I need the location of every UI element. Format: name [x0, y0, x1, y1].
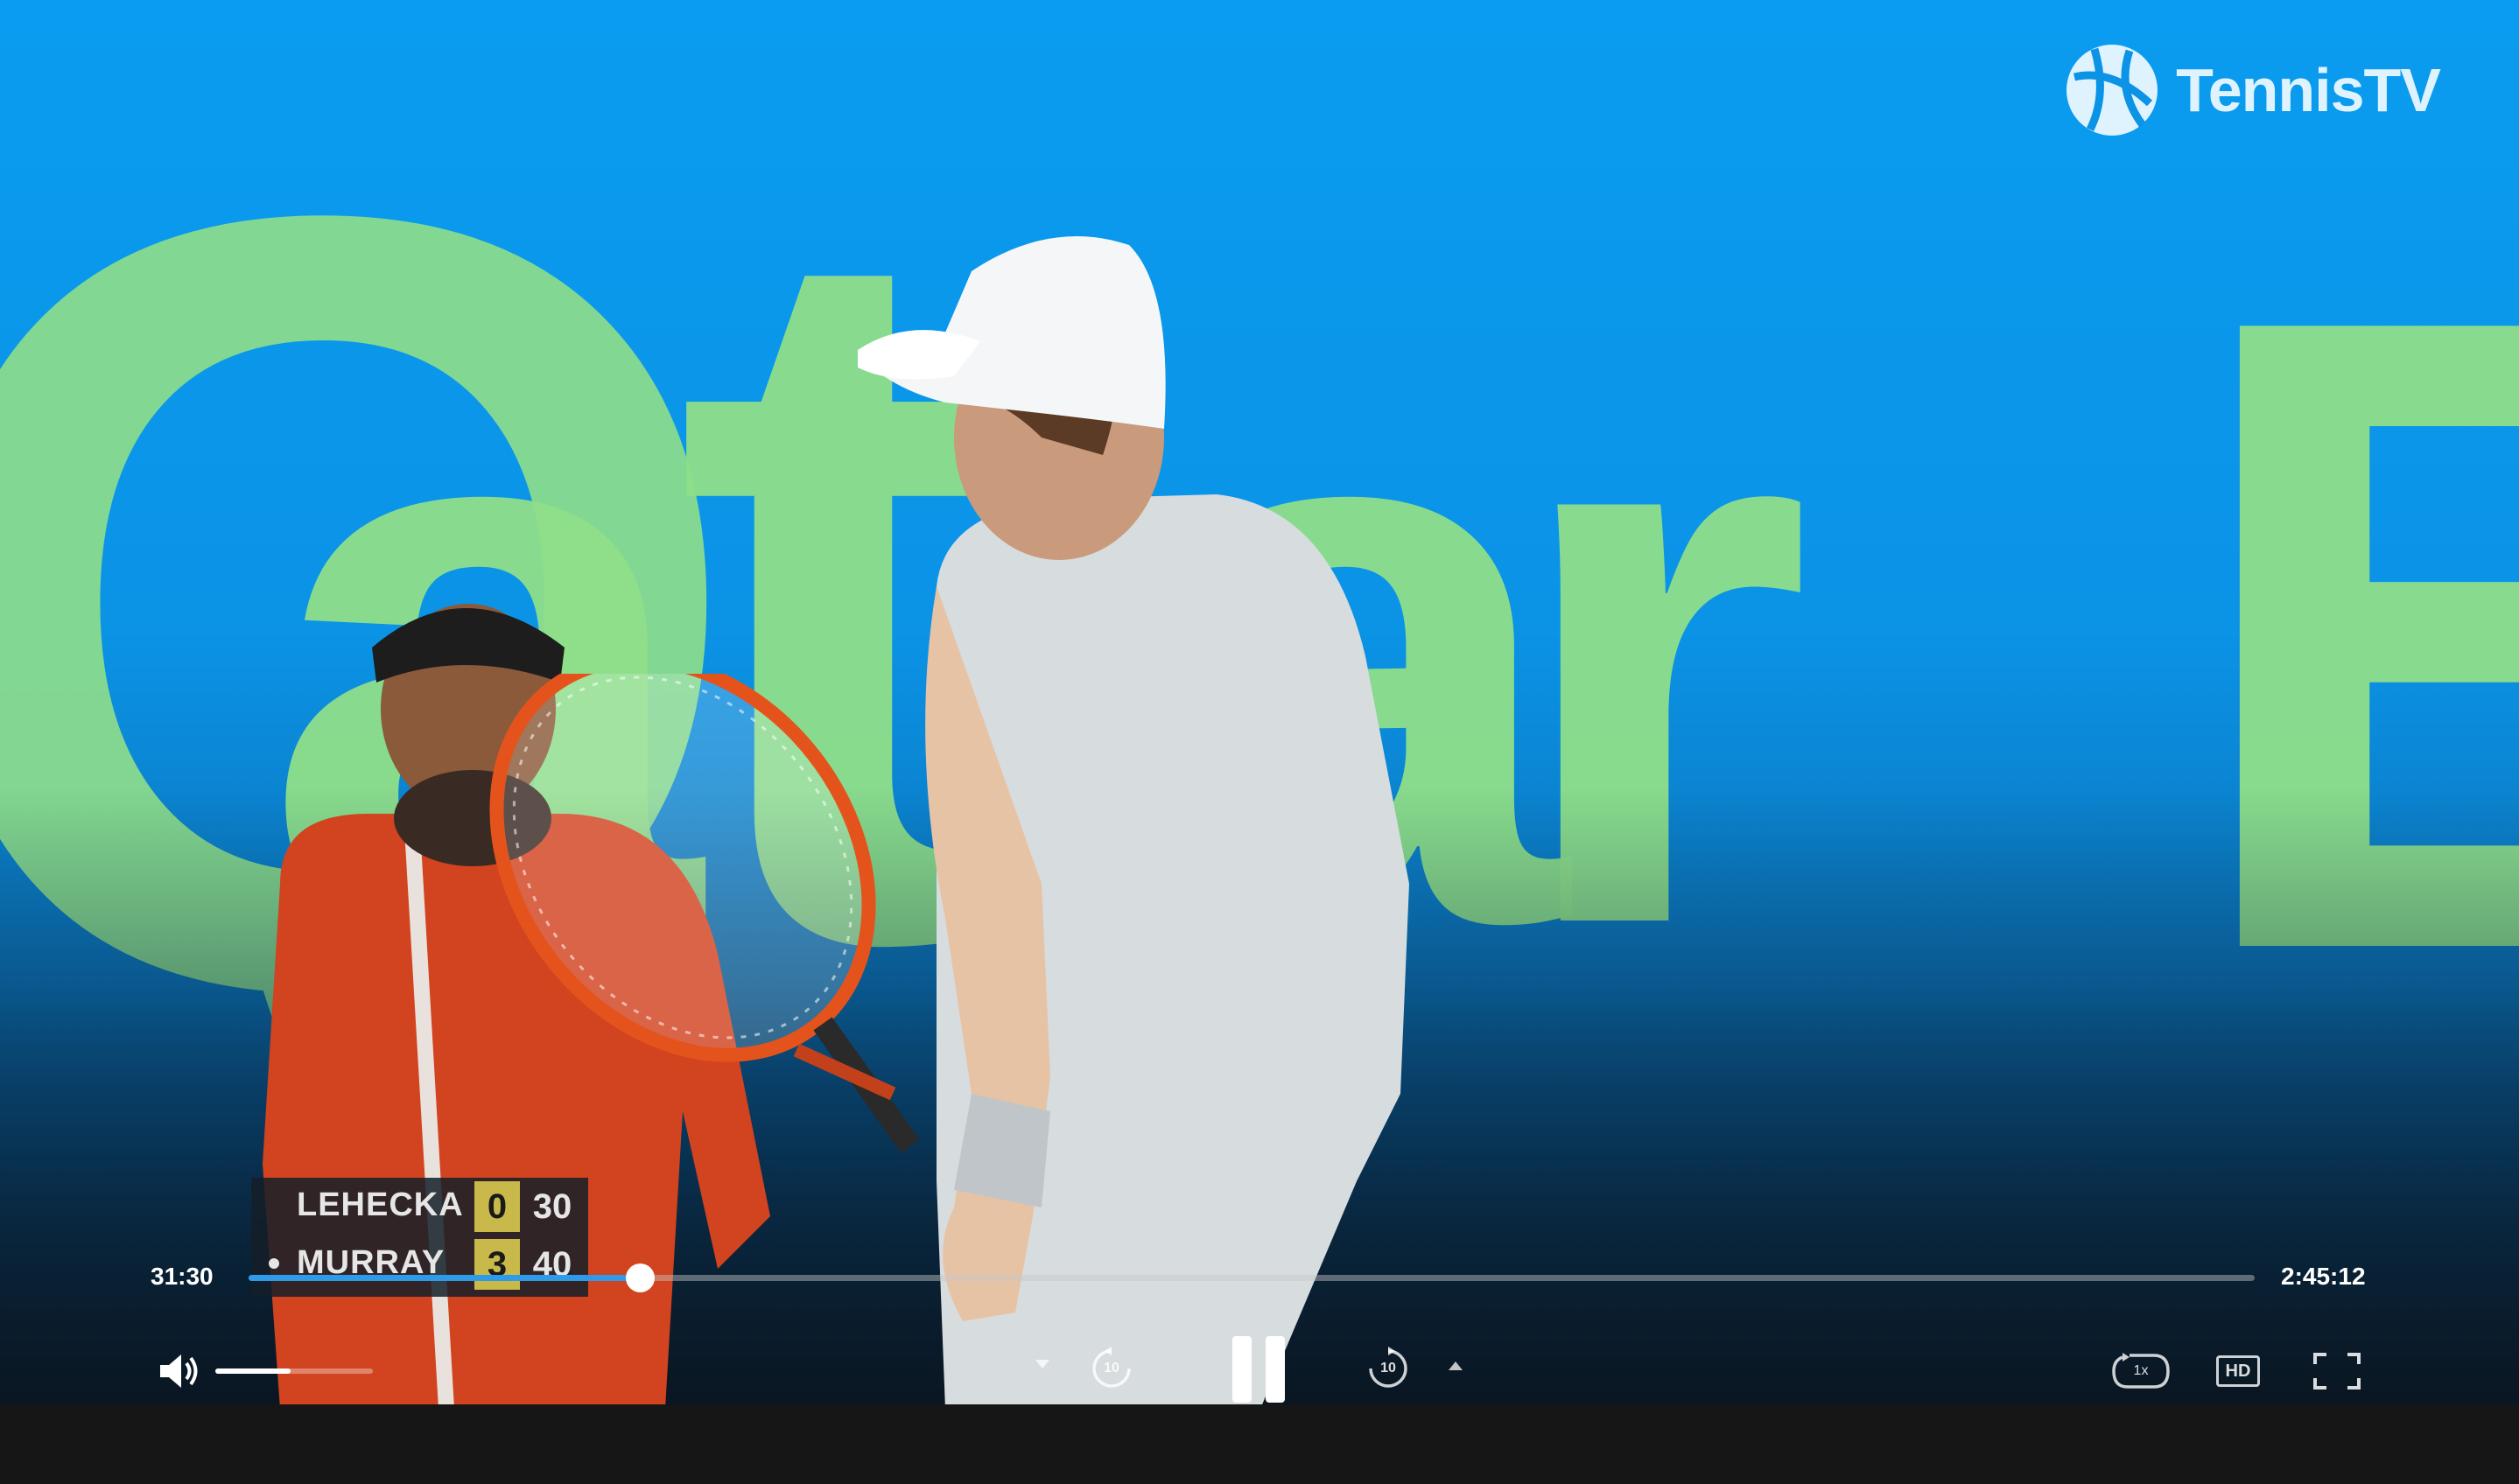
- scoreboard-row: MURRAY 3 40: [251, 1236, 588, 1293]
- pause-button[interactable]: [1222, 1332, 1295, 1404]
- volume-slider[interactable]: [215, 1368, 373, 1374]
- speed-label: 1x: [2133, 1363, 2149, 1378]
- player-name: LEHECKA: [297, 1186, 464, 1223]
- mute-button[interactable]: [154, 1349, 203, 1393]
- brand-name: TennisTV: [2176, 56, 2441, 124]
- forward-10-button[interactable]: 10: [1362, 1342, 1414, 1395]
- caret-up-icon: [1449, 1362, 1463, 1370]
- quality-button[interactable]: HD: [2213, 1351, 2263, 1391]
- rewind-10-button[interactable]: 10: [1085, 1342, 1138, 1395]
- player-points: 40: [532, 1245, 572, 1284]
- seek-bar-progress: [249, 1275, 640, 1281]
- rewind-seconds-label: 10: [1104, 1361, 1119, 1376]
- player-sets: 0: [474, 1181, 520, 1232]
- quality-label: HD: [2225, 1361, 2251, 1381]
- tennis-player-figure: [858, 236, 1409, 1404]
- hd-icon: HD: [2216, 1355, 2260, 1387]
- caption-collapse-button[interactable]: [1033, 1354, 1052, 1374]
- fullscreen-button[interactable]: [2311, 1349, 2363, 1393]
- caret-down-icon: [1035, 1360, 1049, 1368]
- pause-icon: [1232, 1336, 1285, 1403]
- caption-expand-button[interactable]: [1446, 1356, 1465, 1376]
- player-sets: 3: [474, 1239, 520, 1290]
- video-frame[interactable]: Q a t a r E TennisTV: [0, 0, 2519, 1404]
- player-points: 30: [532, 1187, 572, 1226]
- tennistv-ball-icon: [2066, 45, 2158, 136]
- volume-level: [215, 1368, 291, 1374]
- playback-speed-button[interactable]: 1x: [2109, 1349, 2172, 1393]
- current-time: 31:30: [151, 1263, 214, 1290]
- duration: 2:45:12: [2281, 1263, 2366, 1290]
- fullscreen-icon: [2313, 1353, 2361, 1390]
- serve-indicator-icon: [269, 1258, 279, 1269]
- player-bottom-bar: [0, 1404, 2519, 1484]
- volume-icon: [160, 1354, 198, 1388]
- seek-handle[interactable]: [625, 1264, 655, 1292]
- forward-seconds-label: 10: [1380, 1361, 1396, 1376]
- scoreboard-row: LEHECKA 0 30: [251, 1178, 588, 1236]
- tennistv-logo: TennisTV: [2064, 42, 2441, 138]
- seek-bar[interactable]: [249, 1264, 2255, 1292]
